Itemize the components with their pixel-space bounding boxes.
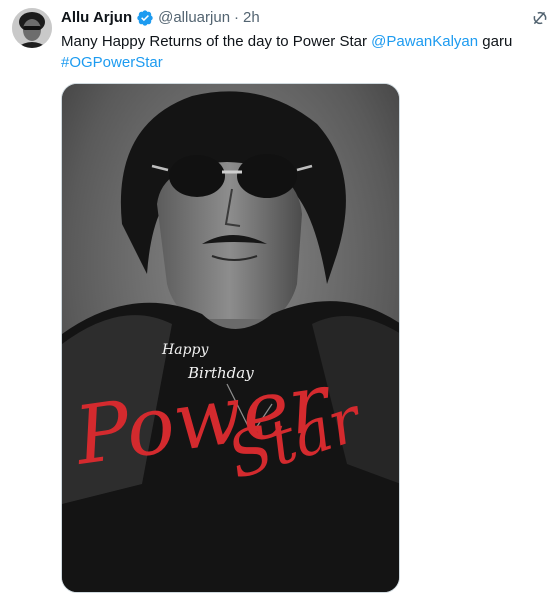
- verified-badge-icon: [136, 9, 154, 27]
- author-avatar[interactable]: [12, 8, 52, 48]
- tweet-text: Many Happy Returns of the day to Power S…: [61, 31, 531, 73]
- tweet-text-part1: Many Happy Returns of the day to Power S…: [61, 33, 372, 50]
- tweet[interactable]: Allu Arjun @alluarjun · 2h Many Happy Re…: [0, 0, 558, 594]
- mention-link[interactable]: @PawanKalyan: [371, 33, 478, 50]
- tweet-text-part2: garu: [478, 33, 513, 50]
- grok-icon[interactable]: [531, 9, 549, 27]
- tweet-timestamp[interactable]: 2h: [243, 8, 260, 28]
- tweet-header: Allu Arjun @alluarjun · 2h: [61, 8, 260, 28]
- tweet-media-image[interactable]: Happy Birthday Power Star: [61, 83, 400, 593]
- author-handle[interactable]: @alluarjun: [158, 8, 230, 28]
- header-separator: ·: [234, 9, 240, 26]
- poster-greeting-line1: Happy: [161, 342, 209, 358]
- author-name[interactable]: Allu Arjun: [61, 8, 132, 28]
- hashtag-link[interactable]: #OGPowerStar: [61, 54, 163, 71]
